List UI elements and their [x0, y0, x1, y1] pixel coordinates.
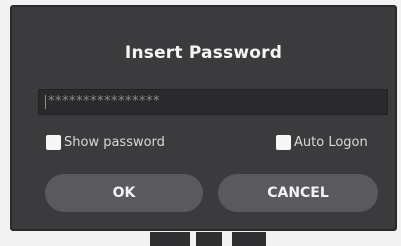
dialog-title: Insert Password: [124, 43, 283, 63]
password-dialog: Insert Password **************** Show pa…: [10, 5, 397, 231]
checkbox-box[interactable]: [276, 135, 291, 150]
checkbox-box[interactable]: [46, 135, 61, 150]
screen: Insert Password **************** Show pa…: [0, 0, 401, 246]
ok-button[interactable]: OK: [45, 174, 203, 212]
password-masked-value: ****************: [48, 94, 160, 109]
background-element: [232, 232, 266, 246]
show-password-checkbox[interactable]: Show password: [46, 135, 165, 150]
cancel-button[interactable]: CANCEL: [218, 174, 378, 212]
auto-logon-label: Auto Logon: [294, 135, 368, 150]
show-password-label: Show password: [64, 135, 165, 150]
background-element: [150, 232, 190, 246]
password-input[interactable]: ****************: [38, 89, 388, 115]
background-element: [196, 232, 222, 246]
text-caret: [45, 94, 46, 109]
auto-logon-checkbox[interactable]: Auto Logon: [276, 135, 368, 150]
